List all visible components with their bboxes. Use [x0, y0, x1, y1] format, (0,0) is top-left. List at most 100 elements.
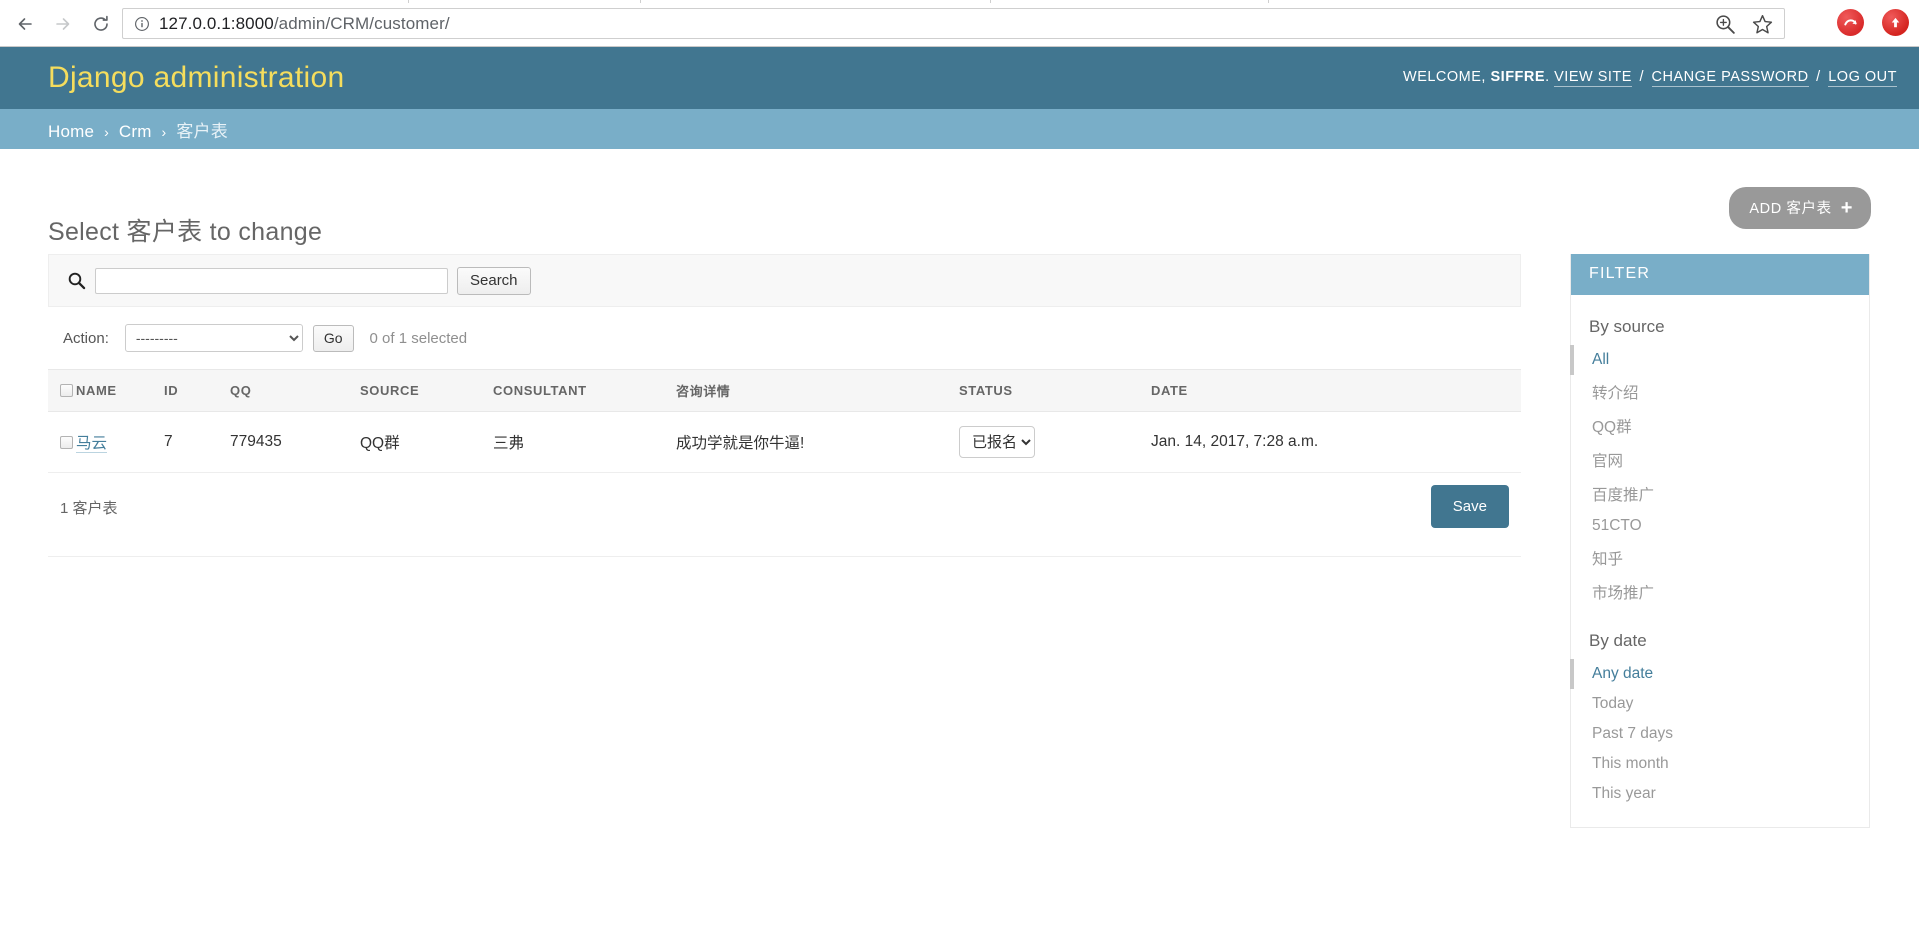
arrow-left-icon — [18, 18, 32, 30]
filter-link[interactable]: Today — [1592, 695, 1633, 712]
cell-id: 7 — [164, 411, 230, 473]
column-header-select-all — [48, 369, 76, 412]
info-circle-icon[interactable] — [134, 16, 150, 32]
filter-link[interactable]: 官网 — [1592, 453, 1623, 470]
filter-item-date-this-month[interactable]: This month — [1570, 749, 1869, 779]
cell-consultant: 三弗 — [493, 411, 676, 473]
breadcrumb-item-home[interactable]: Home — [48, 122, 94, 141]
cell-source: QQ群 — [360, 411, 493, 473]
filter-link[interactable]: Past 7 days — [1592, 725, 1673, 742]
filter-link[interactable]: All — [1592, 351, 1609, 368]
select-all-checkbox[interactable] — [60, 384, 73, 397]
table-header-row: NAME ID QQ SOURCE CONSULTANT 咨询详情 STATUS… — [48, 369, 1521, 412]
action-select[interactable]: --------- — [124, 324, 303, 352]
column-header-date[interactable]: DATE — [1151, 369, 1521, 412]
filter-link[interactable]: 51CTO — [1592, 517, 1642, 534]
filter-item-date-past-7-days[interactable]: Past 7 days — [1570, 719, 1869, 749]
change-password-link[interactable]: CHANGE PASSWORD — [1651, 69, 1809, 87]
filter-item-date-this-year[interactable]: This year — [1570, 779, 1869, 809]
filter-list-date: Any date Today Past 7 days This month Th… — [1570, 659, 1869, 809]
zoom-in-icon[interactable] — [1714, 13, 1737, 36]
back-button[interactable] — [6, 8, 44, 40]
view-site-link[interactable]: VIEW SITE — [1554, 69, 1632, 87]
filter-item-source-baidu-ads[interactable]: 百度推广 — [1570, 477, 1869, 511]
column-header-qq[interactable]: QQ — [230, 369, 360, 412]
actions-bar: Action: --------- Go 0 of 1 selected — [48, 307, 1521, 369]
filter-item-date-today[interactable]: Today — [1570, 689, 1869, 719]
url-host: 127.0.0.1:8000 — [159, 13, 274, 33]
browser-chrome: 127.0.0.1:8000/admin/CRM/customer/ — [0, 0, 1919, 47]
forward-button[interactable] — [44, 8, 82, 40]
add-button-label: ADD 客户表 — [1749, 201, 1832, 217]
filter-link[interactable]: This month — [1592, 755, 1669, 772]
changelist-footer: 1 客户表 Save — [48, 473, 1521, 557]
plus-icon: + — [1840, 196, 1853, 219]
filter-link[interactable]: QQ群 — [1592, 419, 1632, 436]
cell-status: 已报名 — [959, 411, 1151, 473]
browser-extension-icons — [1837, 9, 1909, 36]
upload-arrow-icon — [1891, 17, 1900, 28]
table-head: NAME ID QQ SOURCE CONSULTANT 咨询详情 STATUS… — [48, 369, 1521, 412]
row-checkbox[interactable] — [60, 435, 73, 449]
action-counter: 0 of 1 selected — [369, 329, 468, 347]
column-header-id[interactable]: ID — [164, 369, 230, 412]
filter-item-date-any[interactable]: Any date — [1570, 659, 1869, 689]
filter-link[interactable]: Any date — [1592, 665, 1653, 682]
filter-link[interactable]: 转介绍 — [1592, 385, 1639, 402]
cell-name: 马云 — [76, 411, 164, 473]
action-go-button[interactable]: Go — [312, 324, 354, 352]
save-button[interactable]: Save — [1430, 485, 1509, 528]
log-out-link[interactable]: LOG OUT — [1828, 69, 1897, 87]
cell-detail: 成功学就是你牛逼! — [676, 411, 959, 473]
object-tools: ADD 客户表 + — [1729, 187, 1871, 229]
column-header-status[interactable]: STATUS — [959, 369, 1151, 412]
cell-qq: 779435 — [230, 411, 360, 473]
customer-link[interactable]: 马云 — [76, 435, 108, 453]
main-content: Select 客户表 to change ADD 客户表 + Search Ac… — [0, 149, 1919, 943]
filter-item-source-zhihu[interactable]: 知乎 — [1570, 541, 1869, 575]
red-circle-upload-extension-icon[interactable] — [1882, 9, 1909, 36]
filter-link[interactable]: 知乎 — [1592, 551, 1623, 568]
red-circle-extension-icon[interactable] — [1837, 9, 1864, 36]
row-select-cell — [48, 411, 76, 473]
search-submit-button[interactable]: Search — [457, 266, 531, 295]
username: SIFFRE — [1490, 69, 1546, 85]
breadcrumb-item-current: 客户表 — [176, 121, 228, 141]
result-count: 1 客户表 — [60, 500, 118, 517]
address-bar[interactable]: 127.0.0.1:8000/admin/CRM/customer/ — [122, 8, 1785, 39]
reload-icon — [94, 15, 108, 31]
column-header-consultant[interactable]: CONSULTANT — [493, 369, 676, 412]
star-icon[interactable] — [1751, 13, 1774, 36]
filter-item-source-referral[interactable]: 转介绍 — [1570, 375, 1869, 409]
add-customer-button[interactable]: ADD 客户表 + — [1729, 187, 1871, 229]
filter-item-source-all[interactable]: All — [1570, 345, 1869, 375]
filter-item-source-qq-group[interactable]: QQ群 — [1570, 409, 1869, 443]
search-input[interactable] — [95, 267, 448, 294]
page-title: Select 客户表 to change — [48, 217, 323, 246]
status-select[interactable]: 已报名 — [959, 426, 1035, 458]
filter-group-title-date: By date — [1589, 631, 1647, 650]
filter-item-source-51cto[interactable]: 51CTO — [1570, 511, 1869, 541]
breadcrumb-arrow-2: › — [161, 123, 167, 140]
column-header-source[interactable]: SOURCE — [360, 369, 493, 412]
user-tools: WELCOME, SIFFRE. VIEW SITE / CHANGE PASS… — [1403, 69, 1897, 87]
address-bar-icons — [1714, 13, 1774, 36]
breadcrumb-item-crm[interactable]: Crm — [119, 122, 152, 141]
table-row: 马云 7 779435 QQ群 三弗 成功学就是你牛逼! 已报名 Jan. 14… — [48, 411, 1521, 473]
column-header-name[interactable]: NAME — [76, 369, 164, 412]
site-branding[interactable]: Django administration — [48, 61, 344, 95]
action-label: Action: — [63, 329, 109, 347]
filter-link[interactable]: 百度推广 — [1592, 487, 1654, 504]
filter-sidebar: FILTER By source All 转介绍 QQ群 官网 百度推广 51C… — [1570, 254, 1870, 828]
url-text: 127.0.0.1:8000/admin/CRM/customer/ — [159, 14, 450, 34]
reload-button[interactable] — [82, 8, 120, 40]
welcome-text: WELCOME, — [1403, 69, 1486, 85]
filter-item-source-official-site[interactable]: 官网 — [1570, 443, 1869, 477]
filter-title: FILTER — [1571, 254, 1869, 295]
filter-item-source-market-promotion[interactable]: 市场推广 — [1570, 575, 1869, 609]
search-icon[interactable] — [63, 268, 89, 294]
filter-link[interactable]: 市场推广 — [1592, 585, 1654, 602]
filter-link[interactable]: This year — [1592, 785, 1656, 802]
column-header-detail[interactable]: 咨询详情 — [676, 369, 959, 412]
username-period: . — [1545, 69, 1550, 85]
